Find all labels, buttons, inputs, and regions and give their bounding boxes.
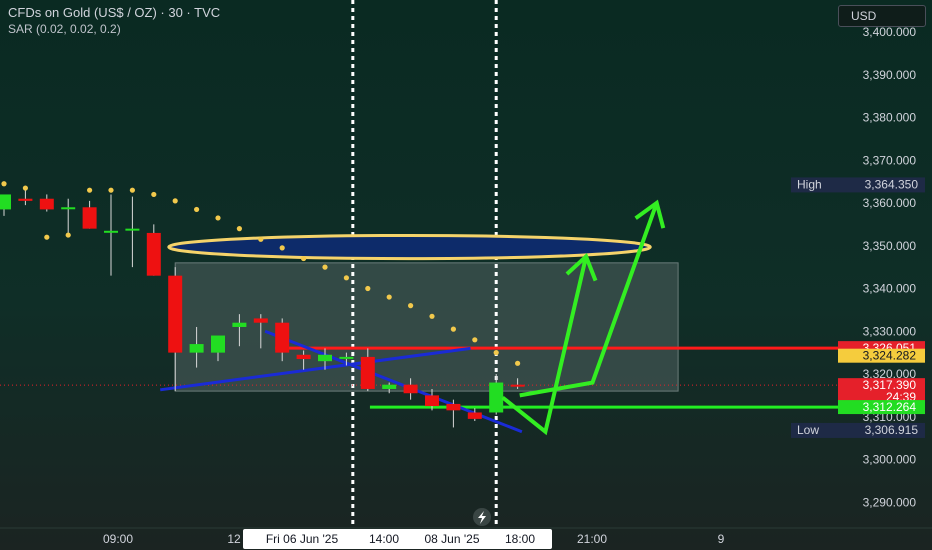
candle-body — [189, 344, 204, 353]
x-tick-label: 9 — [718, 532, 725, 546]
sar-dot — [1, 181, 7, 187]
y-tick-label: 3,400.000 — [863, 25, 917, 39]
y-tick-label: 3,330.000 — [863, 324, 917, 338]
sar-dot — [236, 226, 242, 232]
candle-body — [446, 403, 461, 411]
candle-body — [253, 318, 268, 323]
consolidation-zone — [174, 262, 679, 392]
x-tick-label: 14:00 — [369, 532, 399, 546]
sar-dot — [343, 275, 349, 281]
candle-body — [275, 322, 290, 353]
sar-dot — [44, 234, 50, 240]
y-tick-label: 3,340.000 — [863, 282, 917, 296]
y-tick-label: 3,350.000 — [863, 239, 917, 253]
candle-body — [510, 384, 525, 387]
sar-dot — [151, 191, 157, 198]
x-tick-label: 18:00 — [505, 532, 535, 546]
sar-dot — [429, 313, 435, 319]
candle-body — [489, 382, 504, 413]
sar-dot — [408, 303, 414, 309]
candle-body — [296, 354, 311, 360]
candle-body — [232, 322, 247, 327]
candle-body — [360, 356, 375, 389]
price-label-1-value: 3,324.282 — [863, 349, 917, 363]
candle-body — [168, 275, 183, 353]
indicator-title[interactable]: SAR (0.02, 0.02, 0.2) — [8, 21, 220, 37]
y-tick-label: 3,370.000 — [863, 153, 917, 167]
candle-body — [425, 395, 439, 407]
x-tick-label: Fri 06 Jun '25 — [266, 532, 339, 546]
sar-dot — [22, 185, 28, 191]
chart-root: 3,290.000 3,300.000 3,310.000 3,320.000 3,33… — [0, 0, 932, 550]
series-value: 3,306.915 — [865, 423, 919, 437]
candle-body — [61, 207, 76, 210]
x-tick-label: 08 Jun '25 — [424, 532, 479, 546]
candle-body — [467, 412, 482, 419]
candle-body — [382, 384, 397, 389]
y-tick-label: 3,380.000 — [863, 111, 917, 125]
x-tick-label: 12 — [227, 532, 241, 546]
y-tick-label: 3,390.000 — [863, 68, 917, 82]
candle-body — [146, 232, 161, 276]
y-tick-label: 3,290.000 — [863, 495, 917, 509]
price-label-3-value: 3,312.264 — [863, 400, 917, 414]
chart-legend: CFDs on Gold (US$ / OZ) · 30 · TVC SAR (… — [8, 5, 220, 37]
sar-dot — [365, 285, 371, 292]
series-value: 3,364.350 — [865, 177, 919, 191]
candle-body — [39, 198, 54, 210]
sar-dot — [515, 360, 521, 366]
y-tick-label: 3,360.000 — [863, 196, 917, 210]
candle-body — [318, 354, 332, 362]
price-chart[interactable]: 3,290.0003,300.0003,310.0003,320.0003,33… — [0, 0, 932, 550]
candle-body — [18, 198, 33, 201]
candle-body — [125, 228, 140, 231]
symbol-title[interactable]: CFDs on Gold (US$ / OZ) · 30 · TVC — [8, 5, 220, 21]
candle-body — [211, 335, 225, 353]
sar-dot — [322, 264, 328, 270]
candle-body — [82, 207, 97, 229]
sar-dot — [258, 236, 264, 242]
sar-dot — [472, 337, 478, 343]
x-tick-label: 21:00 — [577, 532, 607, 546]
sar-dot — [194, 206, 200, 213]
sar-dot — [386, 294, 392, 300]
candle-body — [0, 194, 11, 210]
sar-dot — [129, 187, 135, 193]
sar-dot — [279, 245, 285, 251]
currency-button[interactable]: USD — [838, 5, 926, 27]
sar-dot — [215, 215, 221, 221]
candle-body — [403, 384, 418, 394]
sar-dot — [65, 232, 71, 238]
x-tick-label: 09:00 — [103, 532, 133, 546]
sar-dot — [108, 187, 114, 193]
sar-dot — [301, 255, 307, 262]
sar-dot — [450, 326, 456, 332]
sar-dot — [87, 187, 93, 193]
sar-dot — [172, 198, 178, 204]
sar-dot — [493, 350, 499, 356]
y-tick-label: 3,300.000 — [863, 453, 917, 467]
series-name: High — [797, 177, 822, 191]
candle-body — [104, 230, 118, 233]
highlight-ellipse — [167, 233, 652, 261]
series-name: Low — [797, 423, 819, 437]
candle-body — [339, 356, 354, 359]
